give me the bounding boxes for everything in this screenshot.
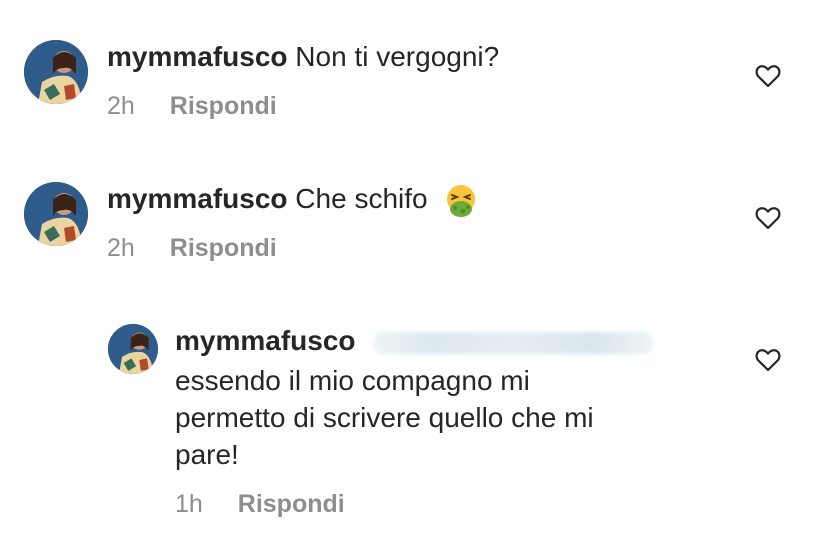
comment-meta: 2h Rispondi [107,234,277,263]
reply-text-line: permetto di scrivere quello che mi [175,402,594,433]
reply-item: mymmafusco essendo il mio compagno mi pe… [0,310,828,546]
heart-icon[interactable] [755,206,781,230]
avatar[interactable] [108,324,158,374]
comment-text: Che schifo [295,183,428,214]
avatar[interactable] [24,182,88,246]
redacted-mention [373,331,654,354]
reply-time: 1h [175,490,203,518]
comment-text-line: mymmafusco Non ti vergogni? [107,40,499,74]
comment-time: 2h [107,234,135,262]
reply-meta: 1h Rispondi [175,490,345,519]
comment-meta: 2h Rispondi [107,92,277,121]
reply-button[interactable]: Rispondi [170,234,277,262]
reply-text-line: pare! [175,439,239,470]
avatar[interactable] [24,40,88,104]
reply-username[interactable]: mymmafusco [175,325,356,356]
avatar-image [108,324,158,374]
heart-icon[interactable] [755,64,781,88]
heart-icon[interactable] [755,348,781,372]
comment-item: mymmafusco Che schifo 2h Rispondi [0,150,828,290]
comment-text: Non ti vergogni? [295,41,500,72]
reply-text: essendo il mio compagno mi permetto di s… [175,362,594,473]
comment-time: 2h [107,92,135,120]
comment-username[interactable]: mymmafusco [107,183,288,214]
comment-username[interactable]: mymmafusco [107,41,288,72]
nauseated-face-icon [447,184,476,217]
avatar-image [24,40,88,104]
comment-item: mymmafusco Non ti vergogni? 2h Rispondi [0,0,828,140]
reply-text-line: essendo il mio compagno mi [175,365,530,396]
reply-button[interactable]: Rispondi [170,92,277,120]
comment-text-line: mymmafusco Che schifo [107,182,479,219]
reply-header: mymmafusco [175,324,654,358]
reply-button[interactable]: Rispondi [238,490,345,518]
avatar-image [24,182,88,246]
